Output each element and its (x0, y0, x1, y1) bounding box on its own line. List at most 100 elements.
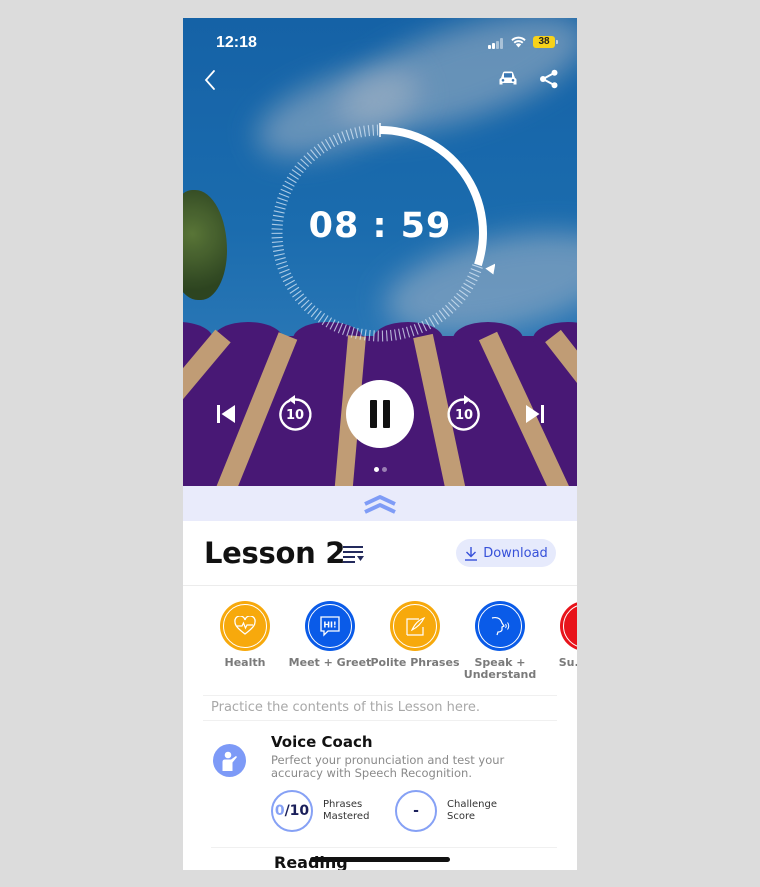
svg-text:HI!: HI! (323, 621, 336, 630)
expand-sheet-handle[interactable] (183, 486, 577, 521)
pause-icon (370, 400, 390, 428)
remaining-tick (354, 127, 358, 139)
section-divider (211, 847, 557, 848)
topic-speak-understand[interactable]: Speak + Understand (455, 601, 545, 681)
topic-circle (220, 601, 270, 651)
remaining-tick (282, 276, 294, 283)
remaining-tick (389, 329, 393, 341)
remaining-tick (424, 318, 432, 330)
remaining-tick (341, 131, 347, 142)
remaining-tick (349, 128, 354, 140)
voice-coach-avatar (213, 744, 246, 777)
status-time: 12:18 (216, 34, 257, 51)
remaining-tick (284, 279, 295, 287)
topic-partial[interactable]: Su... S... (540, 601, 577, 669)
double-chevron-up-icon (364, 494, 396, 514)
remaining-tick (337, 132, 343, 144)
remaining-tick (273, 253, 285, 257)
voice-coach-card[interactable]: Voice Coach Perfect your pronunciation a… (183, 724, 577, 848)
remaining-tick (406, 326, 411, 338)
page-indicator[interactable] (183, 467, 577, 472)
voice-coach-description: Perfect your pronunciation and test your… (271, 753, 505, 780)
remaining-tick (289, 286, 300, 294)
heart-pulse-icon (234, 616, 256, 635)
remaining-tick (363, 329, 367, 341)
remaining-tick (279, 268, 290, 274)
topic-health[interactable]: Health (200, 601, 290, 669)
timer-display: 08 : 59 (308, 206, 452, 246)
remaining-tick (417, 322, 423, 334)
forward-seconds: 10 (454, 407, 474, 423)
remaining-tick (284, 180, 295, 187)
remaining-tick (350, 326, 355, 338)
remaining-tick (368, 329, 371, 342)
download-button[interactable]: Download (456, 539, 556, 567)
remaining-tick (355, 327, 359, 339)
rewind-10-button[interactable]: 10 (276, 395, 314, 433)
share-icon[interactable] (539, 69, 559, 89)
challenge-score-circle: - (395, 790, 437, 832)
remaining-tick (461, 286, 471, 294)
practice-hint: Practice the contents of this Lesson her… (211, 700, 481, 715)
speech-bubble-hi-icon: HI! (320, 616, 340, 637)
remaining-tick (337, 322, 344, 334)
remaining-tick (274, 257, 286, 261)
remaining-tick (333, 321, 340, 332)
page-dot[interactable] (373, 467, 379, 472)
challenge-score-stat[interactable]: - Challenge Score (395, 790, 497, 832)
remaining-tick (435, 312, 443, 323)
remaining-tick (373, 330, 375, 342)
topic-label: Su... S... (558, 656, 577, 669)
remaining-tick (367, 125, 371, 137)
remaining-tick (385, 330, 388, 342)
remaining-tick (289, 172, 299, 180)
remaining-tick (286, 176, 297, 184)
skip-next-button[interactable] (523, 402, 547, 426)
timer-ring[interactable]: 08 : 59 (265, 118, 496, 348)
remaining-tick (358, 126, 362, 138)
car-icon[interactable] (498, 70, 518, 88)
topic-label: Speak + Understand (463, 656, 537, 681)
player-hero: 12:18 38 08: 59 10 10 (183, 18, 577, 486)
skip-previous-button[interactable] (214, 402, 238, 426)
playback-controls: 10 10 (183, 380, 577, 448)
remaining-tick (321, 315, 329, 326)
speaking-head-icon (491, 616, 510, 636)
remaining-tick (421, 320, 428, 332)
remaining-tick (278, 192, 290, 198)
progress-pointer-icon[interactable] (485, 263, 496, 275)
remaining-tick (342, 324, 347, 336)
back-chevron-icon[interactable] (203, 69, 217, 91)
remaining-tick (282, 184, 293, 191)
forward-10-button[interactable]: 10 (445, 395, 483, 433)
remaining-tick (275, 201, 287, 206)
cellular-signal-icon (488, 38, 506, 49)
topic-polite-phrases[interactable]: Polite Phrases (370, 601, 460, 669)
phrases-done: 0 (274, 803, 285, 819)
remaining-tick (329, 319, 336, 330)
remaining-tick (345, 129, 351, 141)
remaining-tick (372, 124, 375, 136)
remaining-tick (359, 328, 363, 340)
remaining-tick (291, 169, 302, 177)
lesson-list-icon[interactable] (343, 545, 365, 563)
remaining-tick (277, 197, 288, 202)
skip-next-icon (526, 405, 544, 423)
remaining-tick (432, 314, 439, 325)
home-indicator[interactable] (310, 857, 450, 862)
topic-circle (390, 601, 440, 651)
remaining-tick (325, 317, 333, 328)
remaining-tick (332, 134, 339, 146)
remaining-tick (317, 312, 326, 323)
practice-hint-row: Practice the contents of this Lesson her… (203, 695, 557, 721)
remaining-tick (292, 290, 302, 298)
remaining-tick (280, 188, 292, 195)
phrases-mastered-stat[interactable]: 0/10 Phrases Mastered (271, 790, 369, 832)
topic-meet-greet[interactable]: HI! Meet + Greet (285, 601, 375, 669)
topic-carousel[interactable]: Health HI! Meet + Greet Polite Phrases S… (183, 601, 577, 696)
remaining-tick (313, 146, 322, 156)
topic-label: Health (224, 656, 266, 669)
page-dot[interactable] (381, 467, 387, 472)
writing-icon (406, 616, 426, 636)
pause-button[interactable] (346, 380, 414, 448)
